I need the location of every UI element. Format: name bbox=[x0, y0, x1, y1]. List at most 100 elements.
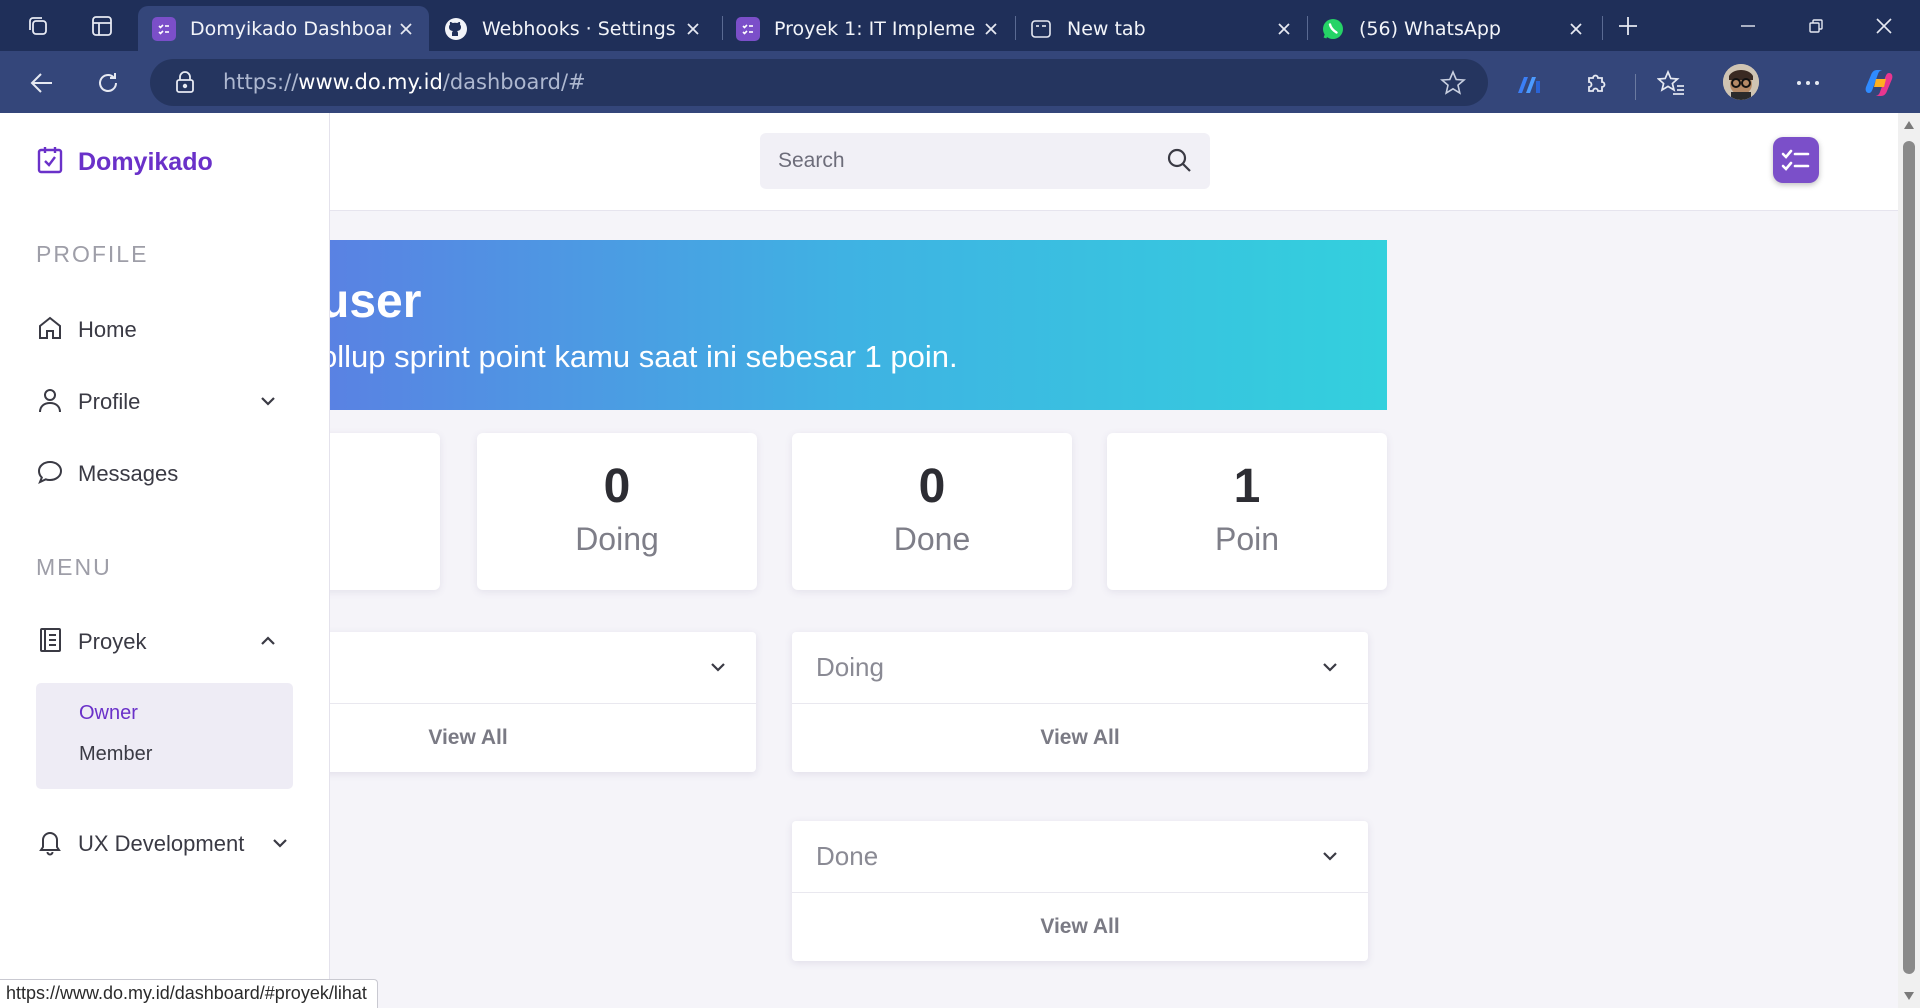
submenu-item-owner[interactable]: Owner bbox=[79, 702, 138, 725]
tab-actions-icon[interactable] bbox=[88, 12, 116, 40]
scroll-up-icon[interactable] bbox=[1903, 120, 1915, 130]
chat-bubble-icon bbox=[36, 458, 64, 490]
minimize-icon[interactable] bbox=[1714, 0, 1782, 51]
favorite-star-icon[interactable] bbox=[1440, 69, 1466, 100]
new-tab-plus-icon[interactable] bbox=[1614, 12, 1642, 40]
reload-icon[interactable] bbox=[91, 66, 125, 100]
stat-label: Done bbox=[893, 521, 971, 557]
chevron-down-icon[interactable] bbox=[260, 392, 276, 411]
stat-card-done: 0 Done bbox=[792, 433, 1072, 590]
chevron-down-icon[interactable] bbox=[272, 834, 288, 853]
view-all-link[interactable]: View All bbox=[792, 704, 1368, 772]
user-avatar[interactable] bbox=[1773, 137, 1819, 183]
lock-icon[interactable] bbox=[174, 70, 196, 98]
sidebar-item-label: UX Development bbox=[78, 831, 245, 856]
github-icon bbox=[444, 17, 468, 41]
url-text[interactable]: https://www.do.my.id/dashboard/# bbox=[223, 70, 586, 94]
close-tab-icon[interactable] bbox=[1561, 14, 1591, 44]
sidebar-item-label: Home bbox=[78, 317, 137, 342]
welcome-message: ollup sprint point kamu saat ini sebesar… bbox=[320, 339, 958, 374]
submenu-item-member[interactable]: Member bbox=[79, 743, 152, 766]
brand-name: Domyikado bbox=[78, 147, 213, 176]
web-page: user ollup sprint point kamu saat ini se… bbox=[0, 113, 1920, 1008]
sidebar-item-home[interactable]: Home bbox=[36, 310, 286, 350]
sidebar-item-proyek[interactable]: Proyek bbox=[36, 622, 286, 662]
sidebar-item-label: Messages bbox=[78, 461, 179, 486]
panel-title: Doing bbox=[816, 652, 884, 682]
calendar-check-icon bbox=[36, 145, 64, 179]
stat-card-doing: 0 Doing bbox=[477, 433, 757, 590]
tab-title: New tab bbox=[1067, 17, 1146, 40]
brand-logo[interactable]: Domyikado bbox=[36, 145, 213, 179]
close-tab-icon[interactable] bbox=[678, 14, 708, 44]
favorites-icon[interactable] bbox=[1654, 66, 1688, 100]
chevron-down-icon[interactable] bbox=[710, 658, 726, 677]
domyikado-app-icon bbox=[736, 16, 760, 41]
stat-value: 1 bbox=[1233, 460, 1261, 513]
address-bar[interactable]: https://www.do.my.id/dashboard/# bbox=[150, 59, 1488, 106]
panel-title: Done bbox=[816, 841, 879, 871]
sidebar: Domyikado PROFILE Home Profile Messages … bbox=[0, 113, 330, 1008]
url-path: /dashboard/# bbox=[442, 70, 586, 94]
scrollbar-thumb[interactable] bbox=[1903, 141, 1915, 974]
tab-webhooks-settings[interactable]: Webhooks · Settings · 91 bbox=[430, 6, 716, 51]
workspaces-icon[interactable] bbox=[24, 12, 52, 40]
sidebar-item-label: Proyek bbox=[78, 629, 147, 654]
browser-tab-bar: Domyikado Dashboard Webhooks · Settings … bbox=[0, 0, 1920, 51]
tab-title: Domyikado Dashboard bbox=[190, 17, 391, 40]
sidebar-item-ux-development[interactable]: UX Development bbox=[36, 824, 288, 864]
tab-proyek-1[interactable]: Proyek 1: IT Implementor bbox=[722, 6, 1014, 51]
view-all-link[interactable]: View All bbox=[792, 893, 1368, 961]
restore-icon[interactable] bbox=[1782, 0, 1850, 51]
stat-value: 0 bbox=[918, 460, 946, 513]
welcome-greeting: user bbox=[320, 275, 422, 328]
analytics-extension-icon[interactable] bbox=[1513, 66, 1547, 100]
extensions-puzzle-icon[interactable] bbox=[1580, 66, 1614, 100]
section-heading-profile: PROFILE bbox=[36, 241, 149, 267]
search-box bbox=[760, 133, 1210, 189]
tab-new-tab[interactable]: New tab bbox=[1015, 6, 1307, 51]
search-icon[interactable] bbox=[1166, 147, 1192, 177]
new-tab-page-icon bbox=[1029, 17, 1053, 41]
tab-domyikado-dashboard[interactable]: Domyikado Dashboard bbox=[138, 6, 429, 51]
user-icon bbox=[36, 386, 64, 418]
close-window-icon[interactable] bbox=[1850, 0, 1918, 51]
scroll-down-icon[interactable] bbox=[1903, 991, 1915, 1001]
proyek-submenu: Owner Member bbox=[36, 683, 293, 789]
url-host: www.do.my.id bbox=[298, 70, 443, 94]
welcome-banner: user ollup sprint point kamu saat ini se… bbox=[300, 240, 1387, 410]
chevron-down-icon[interactable] bbox=[1322, 658, 1338, 677]
browser-profile-avatar[interactable] bbox=[1723, 64, 1759, 100]
section-heading-menu: MENU bbox=[36, 554, 112, 580]
copilot-icon[interactable] bbox=[1862, 66, 1896, 100]
sidebar-item-label: Profile bbox=[78, 389, 141, 414]
close-tab-icon[interactable] bbox=[1269, 14, 1299, 44]
chevron-up-icon[interactable] bbox=[260, 632, 276, 651]
tab-title: Webhooks · Settings · 91 bbox=[482, 17, 678, 40]
stat-card-poin: 1 Poin bbox=[1107, 433, 1387, 590]
close-tab-icon[interactable] bbox=[976, 14, 1006, 44]
notebook-icon bbox=[36, 626, 64, 658]
tab-whatsapp[interactable]: (56) WhatsApp bbox=[1307, 6, 1599, 51]
sidebar-item-messages[interactable]: Messages bbox=[36, 454, 286, 494]
more-options-icon[interactable] bbox=[1791, 66, 1825, 100]
home-icon bbox=[36, 314, 64, 346]
whatsapp-icon bbox=[1321, 17, 1345, 41]
close-tab-icon[interactable] bbox=[391, 14, 421, 44]
tab-title: Proyek 1: IT Implementor bbox=[774, 17, 976, 40]
tab-title: (56) WhatsApp bbox=[1359, 17, 1501, 40]
bell-icon bbox=[36, 828, 64, 860]
toolbar-divider bbox=[1635, 74, 1636, 100]
sidebar-item-profile[interactable]: Profile bbox=[36, 382, 286, 422]
stat-value: 0 bbox=[603, 460, 631, 513]
page-scrollbar[interactable] bbox=[1898, 113, 1920, 1008]
search-input[interactable] bbox=[778, 133, 1148, 189]
domyikado-app-icon bbox=[152, 16, 176, 41]
done-panel: Done View All bbox=[792, 821, 1368, 961]
chevron-down-icon[interactable] bbox=[1322, 847, 1338, 866]
panel-header[interactable]: Doing bbox=[792, 632, 1368, 704]
url-scheme: https:// bbox=[223, 70, 299, 94]
panel-header[interactable]: Done bbox=[792, 821, 1368, 893]
back-arrow-icon[interactable] bbox=[25, 66, 59, 100]
doing-panel: Doing View All bbox=[792, 632, 1368, 772]
